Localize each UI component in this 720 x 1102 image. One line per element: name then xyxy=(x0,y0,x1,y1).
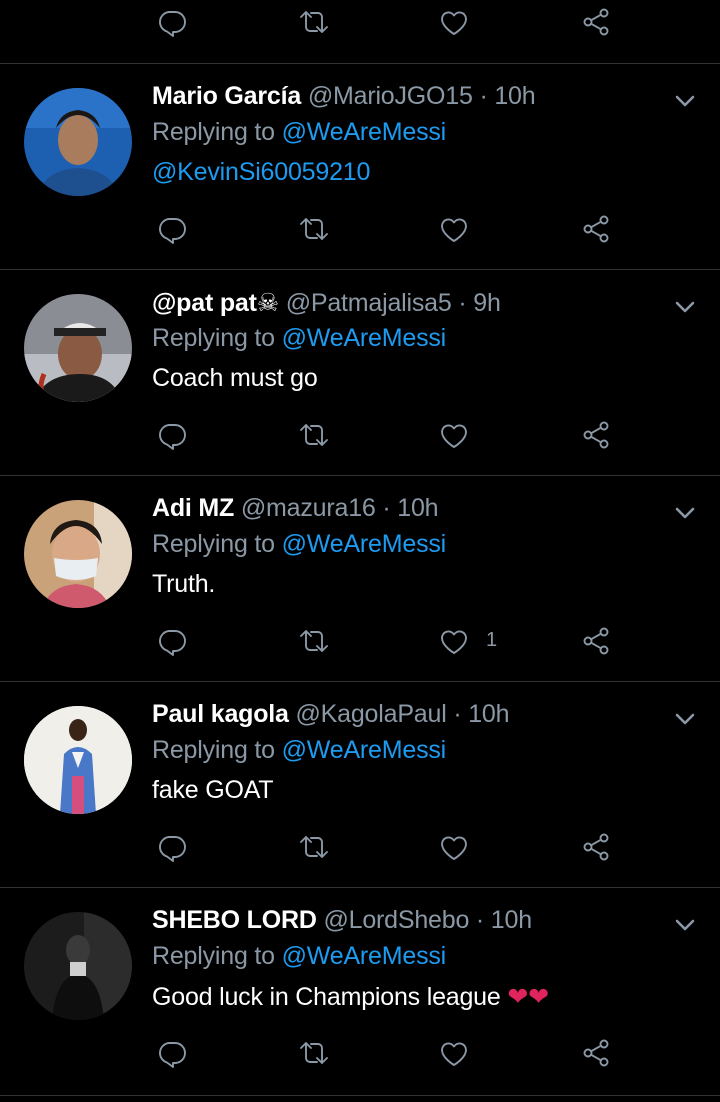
tweet[interactable]: Paul kagola @KagolaPaul · 10h Replying t… xyxy=(0,682,720,888)
tweet-body: Coach must go xyxy=(152,364,318,392)
replying-to-line: Replying to @WeAreMessi xyxy=(152,942,446,971)
reply-icon[interactable] xyxy=(152,621,192,661)
divider xyxy=(0,1095,720,1096)
display-name[interactable]: Adi MZ xyxy=(152,494,234,522)
top-action-row xyxy=(0,2,720,42)
mention-link[interactable]: @KevinSi60059210 xyxy=(152,158,370,186)
display-name[interactable]: Paul kagola xyxy=(152,700,289,728)
tweet-body: fake GOAT xyxy=(152,776,274,804)
retweet-icon[interactable] xyxy=(294,2,334,42)
action-row: 1 xyxy=(0,621,720,661)
tweet-header: Mario García @MarioJGO15 · 10h xyxy=(152,82,536,111)
replying-to-line: Replying to @WeAreMessi xyxy=(152,530,446,559)
tweet-header: SHEBO LORD @LordShebo · 10h xyxy=(152,906,532,935)
action-row xyxy=(0,415,720,455)
separator: · xyxy=(475,906,485,934)
replying-prefix: Replying to xyxy=(152,118,282,146)
mention-link[interactable]: @WeAreMessi xyxy=(282,736,447,764)
reply-icon[interactable] xyxy=(152,2,192,42)
like-icon[interactable] xyxy=(434,621,474,661)
user-handle[interactable]: @LordShebo xyxy=(323,906,469,934)
chevron-down-icon[interactable] xyxy=(670,86,700,116)
separator: · xyxy=(453,700,462,728)
timestamp[interactable]: 10h xyxy=(494,82,535,110)
reply-icon[interactable] xyxy=(152,827,192,867)
retweet-icon[interactable] xyxy=(294,621,334,661)
like-icon[interactable] xyxy=(434,827,474,867)
mention-link[interactable]: @WeAreMessi xyxy=(282,118,447,146)
display-name[interactable]: @pat pat☠ xyxy=(152,289,279,317)
avatar[interactable] xyxy=(24,88,132,196)
chevron-down-icon[interactable] xyxy=(670,704,700,734)
user-handle[interactable]: @KagolaPaul xyxy=(296,700,447,728)
mention-link[interactable]: @WeAreMessi xyxy=(282,942,447,970)
reply-icon[interactable] xyxy=(152,1033,192,1073)
replying-prefix: Replying to xyxy=(152,942,282,970)
timestamp[interactable]: 9h xyxy=(473,289,501,317)
share-icon[interactable] xyxy=(576,209,616,249)
chevron-down-icon[interactable] xyxy=(670,292,700,322)
like-icon[interactable] xyxy=(434,209,474,249)
timestamp[interactable]: 10h xyxy=(397,494,438,522)
tweet-header: Adi MZ @mazura16 · 10h xyxy=(152,494,439,523)
tweet-body: @KevinSi60059210 xyxy=(152,158,370,187)
replying-prefix: Replying to xyxy=(152,736,282,764)
display-name[interactable]: SHEBO LORD xyxy=(152,906,317,934)
action-row xyxy=(0,827,720,867)
red-heart-emoji: ❤❤ xyxy=(507,983,549,1011)
replying-prefix: Replying to xyxy=(152,324,282,352)
tweet[interactable]: Mario García @MarioJGO15 · 10h Replying … xyxy=(0,64,720,270)
replying-to-line: Replying to @WeAreMessi xyxy=(152,118,446,147)
chevron-down-icon[interactable] xyxy=(670,498,700,528)
mention-link[interactable]: @WeAreMessi xyxy=(282,530,447,558)
user-handle[interactable]: @Patmajalisa5 xyxy=(286,289,452,317)
replying-to-line: Replying to @WeAreMessi xyxy=(152,736,446,765)
action-row xyxy=(0,1033,720,1073)
user-handle[interactable]: @mazura16 xyxy=(241,494,376,522)
timestamp[interactable]: 10h xyxy=(491,906,532,934)
retweet-icon[interactable] xyxy=(294,827,334,867)
retweet-icon[interactable] xyxy=(294,1033,334,1073)
share-icon[interactable] xyxy=(576,827,616,867)
chevron-down-icon[interactable] xyxy=(670,910,700,940)
replying-prefix: Replying to xyxy=(152,530,282,558)
retweet-icon[interactable] xyxy=(294,209,334,249)
tweet[interactable]: SHEBO LORD @LordShebo · 10h Replying to … xyxy=(0,888,720,1094)
reply-icon[interactable] xyxy=(152,415,192,455)
timestamp[interactable]: 10h xyxy=(468,700,509,728)
mention-link[interactable]: @WeAreMessi xyxy=(282,324,447,352)
avatar[interactable] xyxy=(24,294,132,402)
separator: · xyxy=(382,494,391,522)
tweet-body: Truth. xyxy=(152,570,216,598)
share-icon[interactable] xyxy=(576,621,616,661)
tweet-body: Good luck in Champions league ❤❤ xyxy=(152,982,549,1012)
tweet[interactable]: Adi MZ @mazura16 · 10h Replying to @WeAr… xyxy=(0,476,720,682)
share-icon[interactable] xyxy=(576,2,616,42)
tweet-text: Good luck in Champions league xyxy=(152,983,508,1011)
like-icon[interactable] xyxy=(434,415,474,455)
share-icon[interactable] xyxy=(576,1033,616,1073)
retweet-icon[interactable] xyxy=(294,415,334,455)
reply-icon[interactable] xyxy=(152,209,192,249)
user-handle[interactable]: @MarioJGO15 xyxy=(308,82,473,110)
like-icon[interactable] xyxy=(434,2,474,42)
avatar[interactable] xyxy=(24,706,132,814)
display-name[interactable]: Mario García xyxy=(152,82,301,110)
separator: · xyxy=(479,82,488,110)
replying-to-line: Replying to @WeAreMessi xyxy=(152,324,446,353)
like-count: 1 xyxy=(486,629,498,651)
tweet-header: Paul kagola @KagolaPaul · 10h xyxy=(152,700,510,729)
avatar[interactable] xyxy=(24,500,132,608)
tweet-header: @pat pat☠ @Patmajalisa5 · 9h xyxy=(152,288,501,318)
like-icon[interactable] xyxy=(434,1033,474,1073)
tweet[interactable]: @pat pat☠ @Patmajalisa5 · 9h Replying to… xyxy=(0,270,720,476)
share-icon[interactable] xyxy=(576,415,616,455)
separator: · xyxy=(458,289,467,317)
action-row xyxy=(0,209,720,249)
avatar[interactable] xyxy=(24,912,132,1020)
